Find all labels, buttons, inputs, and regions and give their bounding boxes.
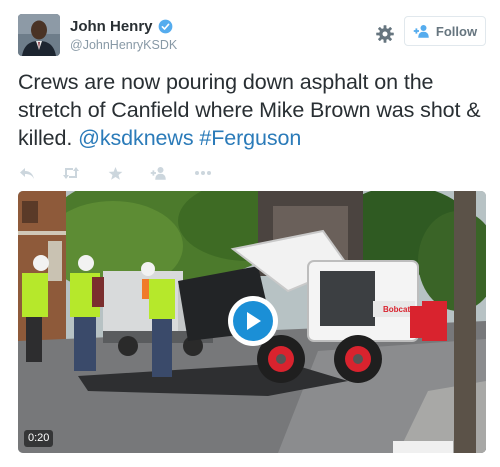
more-button[interactable] bbox=[194, 165, 212, 181]
follow-person-plus-icon bbox=[413, 25, 429, 38]
reply-button[interactable] bbox=[18, 165, 36, 181]
follow-button-label: Follow bbox=[435, 23, 478, 39]
video-duration: 0:20 bbox=[24, 430, 54, 447]
play-button-inner bbox=[233, 301, 273, 341]
more-dots-icon bbox=[195, 171, 211, 175]
favorite-star-icon bbox=[108, 166, 122, 180]
mention-link[interactable]: @ksdknews bbox=[78, 126, 193, 150]
follow-action-button[interactable] bbox=[150, 165, 168, 181]
bobcat-sign-text: Bobcat bbox=[383, 305, 410, 314]
follow-button[interactable]: Follow bbox=[404, 16, 486, 46]
avatar[interactable] bbox=[18, 14, 60, 56]
gear-icon[interactable] bbox=[375, 24, 395, 44]
retweet-button[interactable] bbox=[62, 165, 80, 181]
tweet-header: John Henry @JohnHenryKSDK Follow bbox=[18, 14, 488, 58]
favorite-button[interactable] bbox=[106, 165, 124, 181]
display-name[interactable]: John Henry bbox=[70, 18, 153, 35]
play-icon bbox=[247, 312, 261, 330]
tweet-text: Crews are now pouring down asphalt on th… bbox=[18, 68, 488, 152]
tweet-actions bbox=[18, 163, 238, 183]
retweet-icon bbox=[63, 167, 79, 179]
author-block: John Henry @JohnHenryKSDK bbox=[70, 18, 177, 52]
play-button[interactable] bbox=[228, 296, 278, 346]
hashtag-link[interactable]: #Ferguson bbox=[199, 126, 301, 150]
video-player[interactable]: Bobcat 0:20 bbox=[18, 191, 486, 453]
reply-icon bbox=[20, 168, 34, 179]
person-portrait-icon bbox=[18, 14, 60, 56]
verified-badge-icon bbox=[158, 19, 172, 34]
user-handle[interactable]: @JohnHenryKSDK bbox=[70, 38, 177, 52]
follow-person-plus-icon bbox=[150, 167, 166, 180]
